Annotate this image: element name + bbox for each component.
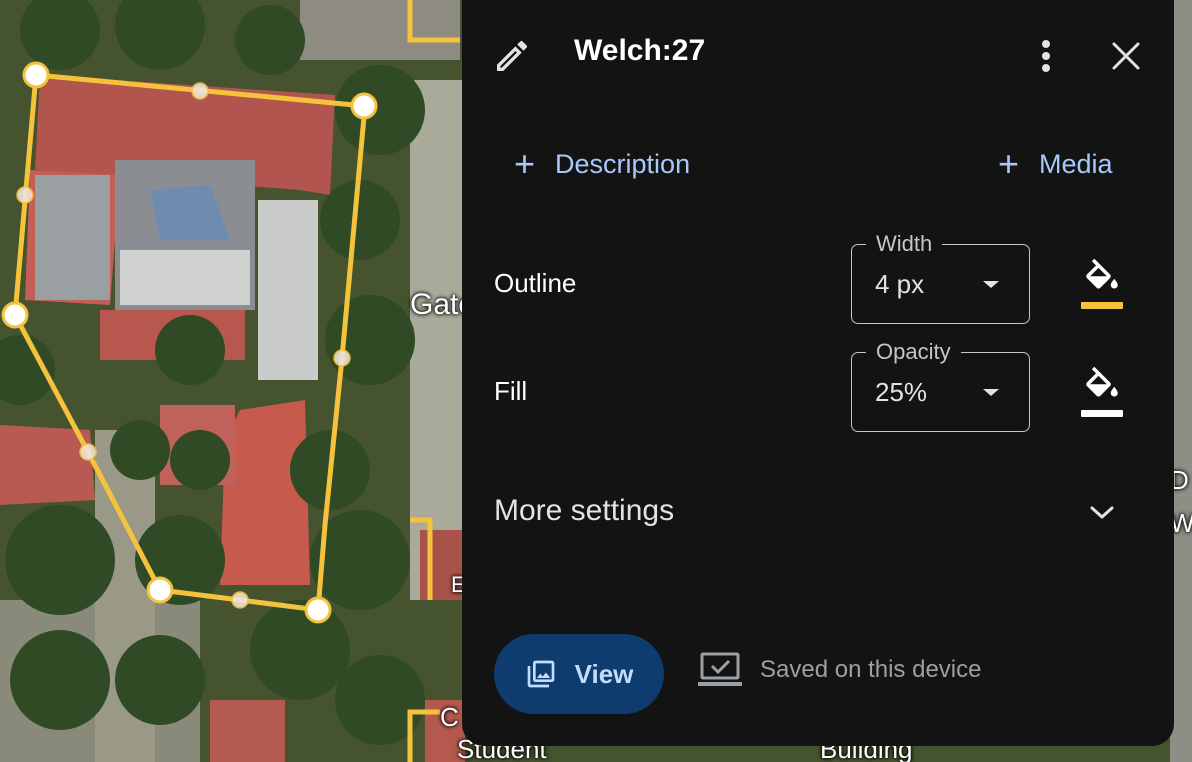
opacity-legend: Opacity [866, 338, 961, 366]
close-icon[interactable] [1102, 32, 1150, 80]
more-settings-toggle[interactable]: More settings [494, 490, 1134, 538]
paint-bucket-icon [1086, 258, 1118, 289]
more-vert-icon[interactable] [1022, 32, 1070, 80]
edit-icon[interactable] [488, 32, 536, 80]
add-description-button[interactable]: + Description [514, 146, 690, 182]
outline-width-select[interactable]: Width 4 px [851, 230, 1030, 324]
feature-edit-panel: Welch:27 + Description + Media Outline W… [462, 0, 1174, 746]
fill-label: Fill [494, 376, 528, 406]
save-status-text: Saved on this device [760, 656, 982, 683]
plus-icon: + [998, 143, 1020, 184]
opacity-value: 25% [875, 377, 928, 407]
more-settings-label: More settings [494, 494, 675, 527]
add-media-button[interactable]: + Media [998, 146, 1113, 182]
feature-title[interactable]: Welch:27 [574, 34, 705, 68]
outline-color-swatch [1081, 302, 1123, 309]
width-value: 4 px [875, 269, 925, 299]
save-status: Saved on this device [698, 652, 981, 688]
outline-label: Outline [494, 268, 577, 298]
dropdown-arrow-icon [983, 281, 999, 288]
fill-color-swatch [1081, 410, 1123, 417]
outline-color-button[interactable] [1081, 258, 1123, 310]
dropdown-arrow-icon [983, 389, 999, 396]
view-button[interactable]: View [494, 634, 664, 714]
view-button-label: View [574, 658, 634, 689]
add-media-label: Media [1039, 148, 1113, 179]
chevron-down-icon [1090, 506, 1114, 519]
plus-icon: + [514, 143, 536, 184]
width-legend: Width [866, 230, 943, 258]
fill-opacity-select[interactable]: Opacity 25% [851, 338, 1030, 432]
laptop-check-icon [698, 652, 742, 686]
photo-library-icon [527, 660, 554, 688]
fill-color-button[interactable] [1081, 366, 1123, 418]
paint-bucket-icon [1086, 366, 1118, 397]
add-description-label: Description [555, 148, 691, 179]
map-label-c: C [440, 702, 459, 732]
